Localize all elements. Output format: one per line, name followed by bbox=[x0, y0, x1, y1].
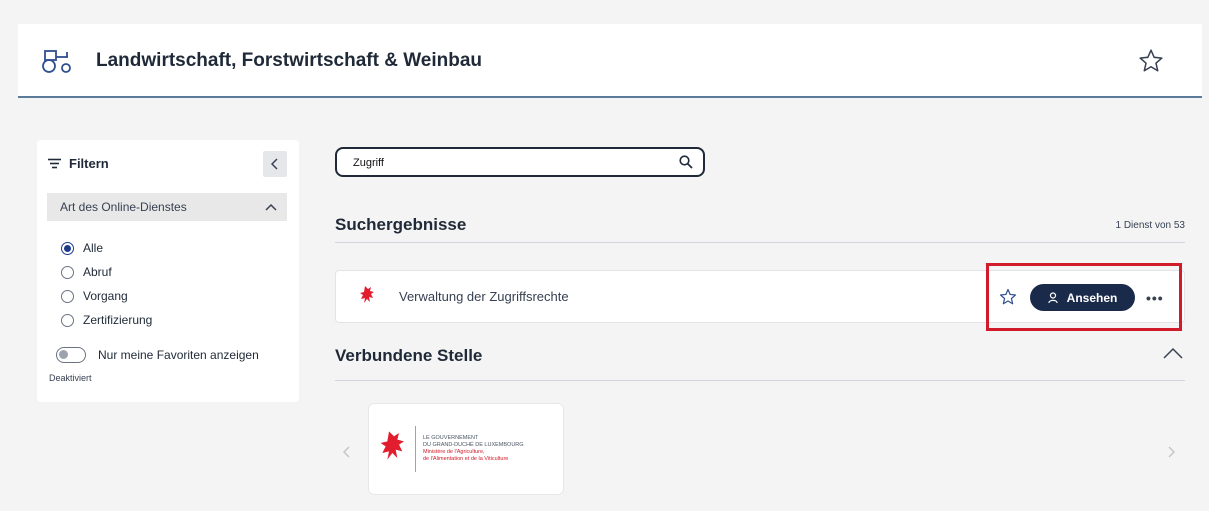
radio-label: Vorgang bbox=[83, 289, 128, 303]
section-label: Art des Online-Dienstes bbox=[60, 200, 187, 214]
filter-icon bbox=[48, 158, 61, 169]
search-box bbox=[335, 147, 705, 177]
tractor-icon bbox=[42, 50, 71, 73]
divider bbox=[335, 380, 1185, 381]
favorites-toggle-row: Nur meine Favoriten anzeigen bbox=[56, 347, 259, 363]
radio-option-abruf[interactable]: Abruf bbox=[61, 260, 152, 284]
chevron-up-icon bbox=[265, 203, 277, 211]
org-line: de l'Alimentation et de la Viticulture bbox=[423, 456, 509, 462]
online-service-type-toggle[interactable]: Art des Online-Dienstes bbox=[47, 193, 287, 221]
favorite-star-icon[interactable] bbox=[999, 288, 1017, 306]
favorites-toggle-label: Nur meine Favoriten anzeigen bbox=[98, 348, 259, 362]
favorite-star-icon[interactable] bbox=[1138, 48, 1164, 74]
collapse-sidebar-button[interactable] bbox=[263, 151, 287, 177]
results-title: Suchergebnisse bbox=[335, 215, 467, 234]
chevron-right-icon[interactable] bbox=[1167, 446, 1175, 458]
search-input[interactable] bbox=[351, 153, 675, 173]
more-options-button[interactable]: ••• bbox=[1146, 290, 1164, 306]
radio-label: Abruf bbox=[83, 265, 112, 279]
related-title: Verbundene Stelle bbox=[335, 346, 483, 365]
chevron-left-icon bbox=[271, 158, 278, 170]
org-line: LE GOUVERNEMENT bbox=[423, 435, 479, 441]
results-count: 1 Dienst von 53 bbox=[1115, 220, 1186, 231]
org-line: DU GRAND-DUCHÉ DE LUXEMBOURG bbox=[423, 442, 524, 448]
radio-button[interactable] bbox=[61, 241, 74, 255]
luxembourg-lion-icon bbox=[380, 431, 404, 460]
radio-button[interactable] bbox=[61, 313, 74, 327]
favorites-toggle-status: Deaktiviert bbox=[49, 373, 92, 383]
divider bbox=[335, 242, 1185, 243]
filter-label: Filtern bbox=[69, 156, 109, 171]
service-type-radio-group: Alle Abruf Vorgang Zertifizierung bbox=[61, 236, 152, 332]
filter-header: Filtern bbox=[48, 156, 109, 171]
search-icon[interactable] bbox=[679, 155, 693, 169]
radio-label: Alle bbox=[83, 241, 104, 255]
radio-option-alle[interactable]: Alle bbox=[61, 236, 152, 260]
chevron-left-icon[interactable] bbox=[343, 446, 351, 458]
org-line: Ministère de l'Agriculture, bbox=[423, 449, 485, 455]
chevron-up-icon[interactable] bbox=[1163, 347, 1183, 359]
view-button-label: Ansehen bbox=[1066, 290, 1118, 305]
radio-option-zertifizierung[interactable]: Zertifizierung bbox=[61, 308, 152, 332]
radio-option-vorgang[interactable]: Vorgang bbox=[61, 284, 152, 308]
filter-sidebar: Filtern Art des Online-Dienstes Alle Abr… bbox=[37, 140, 299, 402]
page-header: Landwirtschaft, Forstwirtschaft & Weinba… bbox=[18, 24, 1202, 98]
radio-button[interactable] bbox=[61, 265, 74, 279]
organization-logo-text: LE GOUVERNEMENT DU GRAND-DUCHÉ DE LUXEMB… bbox=[423, 435, 524, 463]
result-service-name[interactable]: Verwaltung der Zugriffsrechte bbox=[399, 289, 569, 304]
radio-button[interactable] bbox=[61, 289, 74, 303]
user-key-icon bbox=[1047, 291, 1058, 303]
page-title: Landwirtschaft, Forstwirtschaft & Weinba… bbox=[96, 50, 483, 71]
logo-divider bbox=[415, 426, 416, 472]
organization-card[interactable]: LE GOUVERNEMENT DU GRAND-DUCHÉ DE LUXEMB… bbox=[368, 403, 564, 495]
view-service-button[interactable]: Ansehen bbox=[1030, 284, 1135, 311]
radio-label: Zertifizierung bbox=[83, 313, 153, 327]
favorites-toggle[interactable] bbox=[56, 347, 86, 363]
luxembourg-lion-icon bbox=[360, 286, 374, 303]
